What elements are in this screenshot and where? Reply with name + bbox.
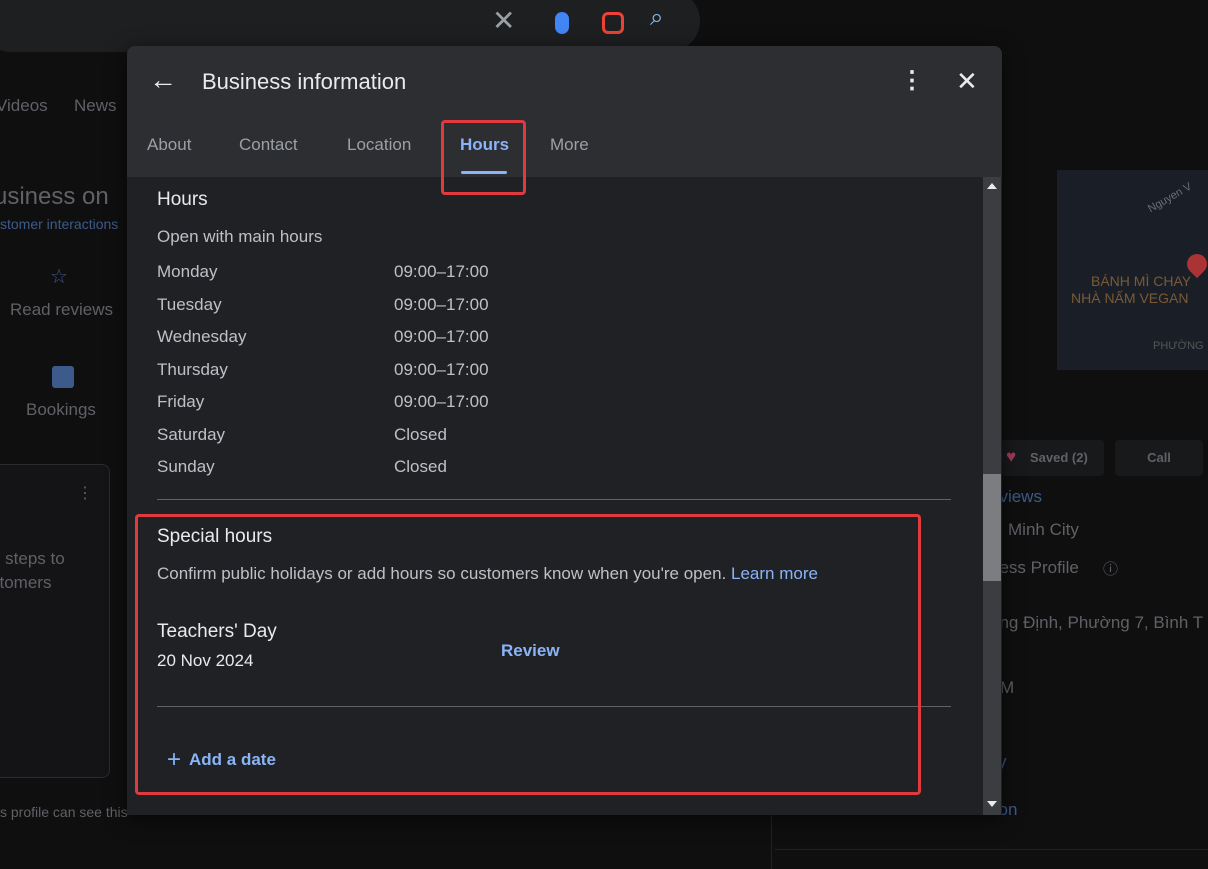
mic-icon[interactable] [555, 12, 569, 34]
hours-dropdown[interactable]: M [1000, 678, 1014, 698]
tab-news[interactable]: News [74, 96, 117, 116]
close-icon[interactable]: ✕ [956, 66, 978, 97]
scrollbar-thumb[interactable] [983, 474, 1001, 581]
lens-icon[interactable] [602, 12, 624, 34]
read-reviews-button[interactable]: Read reviews [10, 300, 113, 320]
dialog-header: ← Business information ⋮ ✕ About Contact… [127, 46, 1002, 195]
day-label: Saturday [157, 425, 226, 444]
day-label: Wednesday [157, 327, 247, 346]
heart-icon: ♥ [1006, 447, 1017, 466]
divider [771, 815, 772, 869]
tab-location[interactable]: Location [347, 135, 411, 155]
search-icon[interactable]: ⌕ [650, 4, 663, 32]
bg-card: ⋮ e steps to stomers [0, 464, 110, 778]
bg-heading: usiness on [0, 183, 109, 210]
hours-status: Open with main hours [157, 227, 323, 246]
day-hours: 09:00–17:00 [394, 392, 489, 411]
review-star-icon: ☆ [50, 266, 68, 288]
dialog-title: Business information [202, 69, 407, 94]
map[interactable]: BÁNH MÌ CHAY NHÀ NẤM VEGAN PHƯỜNG Nguyen… [1057, 170, 1208, 370]
search-bar[interactable]: ✕ ⌕ [0, 0, 700, 52]
day-hours: 09:00–17:00 [394, 360, 489, 379]
divider [157, 499, 951, 500]
more-icon[interactable]: ⋮ [77, 483, 93, 503]
special-hours-highlight [135, 514, 921, 795]
map-label: NHÀ NẤM VEGAN [1071, 290, 1189, 306]
map-label: BÁNH MÌ CHAY [1091, 273, 1192, 289]
divider [775, 849, 1208, 850]
day-label: Thursday [157, 360, 228, 379]
day-label: Sunday [157, 457, 215, 476]
city-text: Minh City [1008, 520, 1079, 539]
bg-footer: s profile can see this [0, 804, 128, 820]
tab-contact[interactable]: Contact [239, 135, 298, 155]
day-label: Monday [157, 262, 218, 281]
info-icon[interactable]: ⓘ [1103, 558, 1118, 579]
day-hours: 09:00–17:00 [394, 262, 489, 281]
scrollbar[interactable] [983, 177, 1001, 815]
profile-text: ness Profile [990, 558, 1079, 577]
saved-label: Saved (2) [1030, 450, 1088, 465]
tab-videos[interactable]: Videos [0, 96, 48, 116]
bookings-button[interactable]: Bookings [26, 400, 96, 420]
business-information-dialog: ← Business information ⋮ ✕ About Contact… [127, 46, 1002, 815]
card-text: e steps to [0, 549, 65, 568]
day-hours: 09:00–17:00 [394, 327, 489, 346]
day-label: Tuesday [157, 295, 222, 314]
scroll-up-arrow[interactable] [987, 183, 997, 189]
hours-heading: Hours [157, 189, 208, 210]
address-text: ang Định, Phường 7, Bình T [990, 613, 1204, 632]
back-arrow-icon[interactable]: ← [149, 64, 177, 96]
calendar-icon [52, 366, 74, 388]
map-street-label: Nguyen V [1146, 180, 1194, 216]
more-options-icon[interactable]: ⋮ [900, 66, 924, 95]
hours-tab-highlight [441, 120, 526, 195]
clear-icon[interactable]: ✕ [492, 4, 515, 37]
call-button[interactable]: Call [1115, 440, 1203, 476]
day-hours: Closed [394, 425, 447, 444]
scroll-down-arrow[interactable] [987, 801, 997, 807]
saved-button[interactable]: ♥ Saved (2) [1000, 440, 1104, 476]
bg-subheading[interactable]: stomer interactions [0, 216, 118, 232]
day-hours: 09:00–17:00 [394, 295, 489, 314]
day-label: Friday [157, 392, 205, 411]
tab-about[interactable]: About [147, 135, 191, 155]
day-hours: Closed [394, 457, 447, 476]
map-label: PHƯỜNG [1153, 340, 1204, 352]
call-label: Call [1147, 450, 1171, 465]
tab-more[interactable]: More [550, 135, 589, 155]
card-text: stomers [0, 573, 52, 592]
